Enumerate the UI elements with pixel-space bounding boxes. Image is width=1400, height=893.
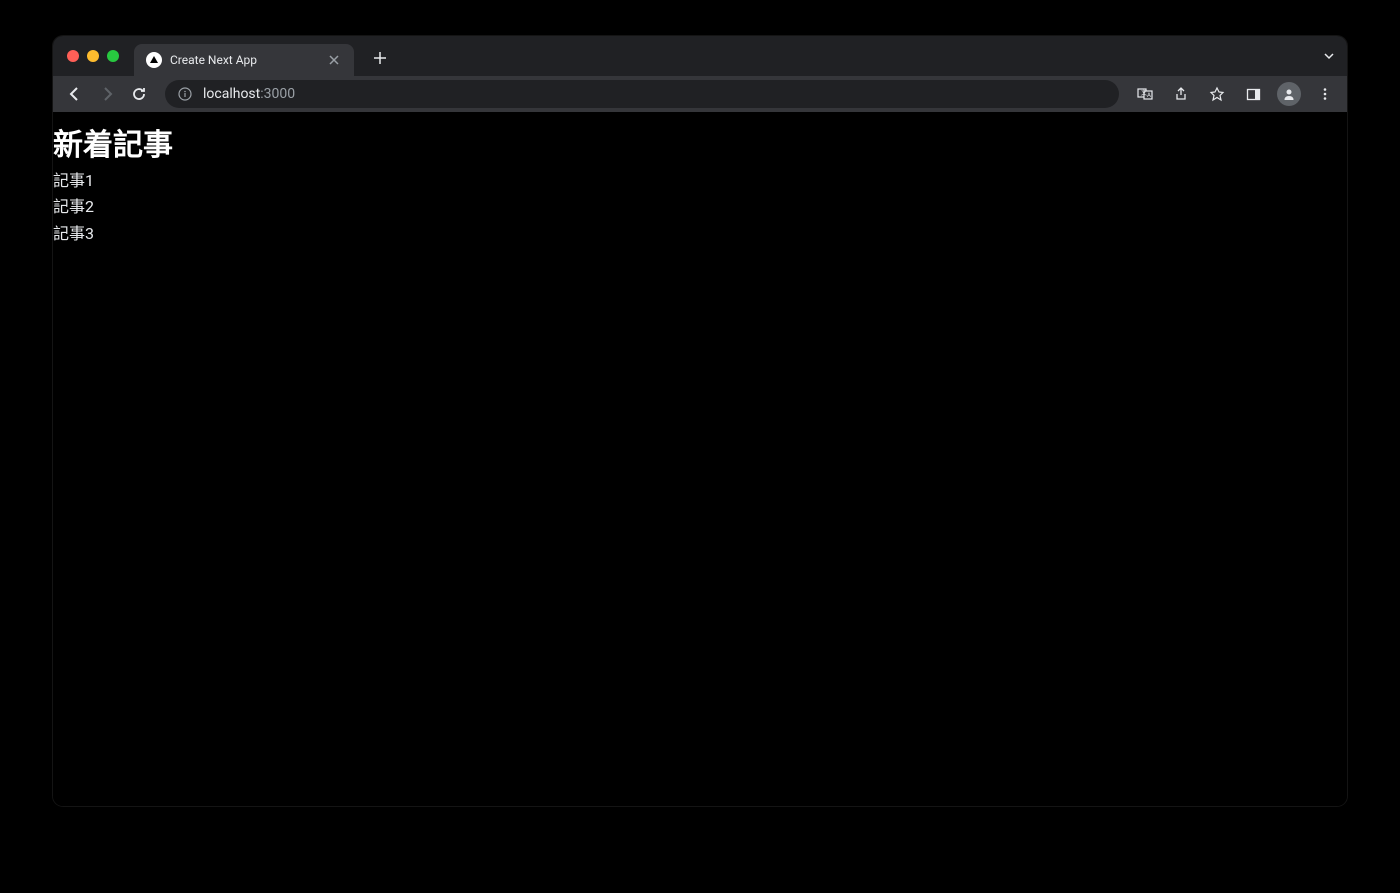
browser-tab[interactable]: Create Next App (134, 44, 354, 76)
back-button[interactable] (61, 80, 89, 108)
translate-icon[interactable]: 文A (1131, 80, 1159, 108)
sidepanel-icon[interactable] (1239, 80, 1267, 108)
maximize-window-button[interactable] (107, 50, 119, 62)
window-controls (67, 50, 119, 62)
address-bar[interactable]: localhost:3000 (165, 80, 1119, 108)
share-icon[interactable] (1167, 80, 1195, 108)
tabs-dropdown-button[interactable] (1323, 50, 1335, 62)
menu-button[interactable] (1311, 80, 1339, 108)
url-host: localhost (203, 86, 260, 102)
article-item: 記事1 (53, 168, 1347, 194)
url-text: localhost:3000 (203, 86, 1107, 102)
tab-favicon-icon (146, 52, 162, 68)
profile-button[interactable] (1275, 80, 1303, 108)
close-tab-button[interactable] (326, 52, 342, 68)
url-port: :3000 (260, 86, 295, 102)
forward-button[interactable] (93, 80, 121, 108)
toolbar-actions: 文A (1131, 80, 1339, 108)
toolbar: localhost:3000 文A (53, 76, 1347, 112)
tab-bar: Create Next App (53, 36, 1347, 76)
close-window-button[interactable] (67, 50, 79, 62)
bookmark-icon[interactable] (1203, 80, 1231, 108)
article-item: 記事3 (53, 221, 1347, 247)
page-heading: 新着記事 (53, 120, 1347, 164)
page-content: 新着記事 記事1 記事2 記事3 (53, 112, 1347, 806)
new-tab-button[interactable] (366, 44, 394, 72)
tab-title: Create Next App (170, 53, 318, 67)
minimize-window-button[interactable] (87, 50, 99, 62)
profile-avatar-icon (1277, 82, 1301, 106)
article-item: 記事2 (53, 194, 1347, 220)
site-info-icon[interactable] (177, 86, 193, 102)
reload-button[interactable] (125, 80, 153, 108)
browser-window: Create Next App loca (53, 36, 1347, 806)
svg-text:A: A (1147, 92, 1151, 99)
